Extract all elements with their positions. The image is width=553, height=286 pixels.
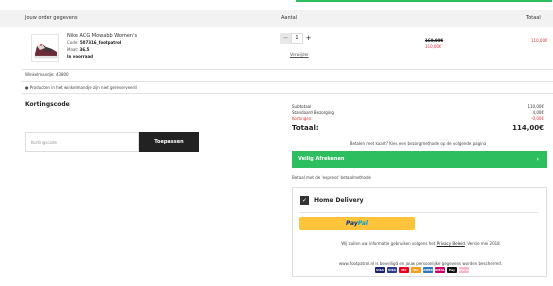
payment-card-icon: MC — [399, 267, 409, 273]
checkbox-checked-icon[interactable]: ✓ — [300, 196, 309, 205]
payment-card-icon: iDEAL — [435, 267, 445, 273]
product-name[interactable]: Nike ACG Mowabb Women's — [67, 33, 137, 39]
total-column-header: Totaal — [526, 15, 541, 21]
payment-card-icon: VISA — [387, 267, 397, 273]
privacy-policy-link[interactable]: Privacy Beleid — [437, 241, 465, 246]
paypal-logo-part2: Pal — [357, 220, 368, 227]
decrease-quantity-button[interactable]: − — [280, 33, 291, 44]
privacy-notice: Wij zullen uw informatie gebruiken volge… — [341, 241, 500, 246]
privacy-text: Wij zullen uw informatie gebruiken volge… — [341, 241, 436, 246]
total-label: Totaal: — [292, 124, 319, 132]
quantity-stepper: − 1 + — [280, 33, 314, 44]
card-payment-hint: Betalen met kaart? Kies een bezorgmethod… — [349, 141, 487, 146]
express-payment-text: Betaal met de 'express' betaalmethode — [292, 175, 371, 180]
remove-item-link[interactable]: Verwijder — [290, 52, 309, 57]
coupon-title: Kortingscode — [25, 101, 70, 108]
payment-card-icon: Pay — [447, 267, 457, 273]
product-code-label: Code: — [67, 40, 79, 45]
cart-product-row: Nike ACG Mowabb Women's Code: 507316_foo… — [22, 30, 553, 70]
product-image[interactable] — [31, 34, 59, 62]
stock-status: In voorraad — [67, 54, 94, 59]
product-size: Maat: 36.5 — [67, 47, 89, 52]
reservation-notice-text: Producten in het winkelmandje zijn niet … — [29, 85, 137, 90]
payment-card-icons: VISA VISA MC MC AMEX iDEAL Pay Klarna — [375, 267, 471, 273]
coupon-input[interactable] — [25, 132, 139, 152]
discount-value: -0,00€ — [531, 116, 544, 121]
divider — [300, 212, 538, 213]
top-accent-bar — [296, 0, 552, 2]
product-code-value: 507316_footpatrol — [79, 40, 122, 45]
info-icon: ● — [25, 85, 29, 90]
shipping-label: Standaard Bezorging — [292, 110, 334, 115]
product-size-value: 36.5 — [79, 47, 90, 52]
divider — [22, 81, 553, 82]
order-column-header: Jouw order gegevens — [25, 15, 78, 21]
divider — [22, 93, 553, 94]
sneaker-image — [34, 44, 58, 59]
payment-card-icon: Klarna — [459, 267, 471, 273]
security-notice: www.footpatrol.nl is beveiligd en jouw p… — [338, 261, 503, 266]
privacy-version: Versie mei 2018 — [467, 241, 500, 246]
home-delivery-label[interactable]: Home Delivery — [314, 196, 364, 205]
quantity-value[interactable]: 1 — [291, 33, 303, 44]
divider — [22, 69, 553, 70]
checkout-button-label: Veilig Afrekenen — [298, 156, 345, 162]
quantity-column-header: Aantal — [281, 15, 298, 21]
payment-card-icon: AMEX — [423, 267, 433, 273]
product-size-label: Maat: — [67, 47, 79, 52]
product-code: Code: 507316_footpatrol — [67, 40, 121, 45]
subtotal-value: 110,00€ — [527, 104, 544, 109]
order-table-header: Jouw order gegevens Aantal Totaal — [0, 10, 553, 27]
delivery-method-box: ✓ Home Delivery PayPal Wij zullen uw inf… — [292, 187, 547, 277]
secure-checkout-button[interactable]: Veilig Afrekenen › — [292, 151, 547, 168]
line-total: 110,00€ — [531, 38, 548, 43]
subtotal-label: Subtotaal — [292, 104, 312, 109]
paypal-logo-icon: PayPal — [346, 220, 368, 227]
increase-quantity-button[interactable]: + — [303, 33, 314, 44]
shipping-value: 4,00€ — [532, 110, 544, 115]
cart-id-text: Winkelmandje: 43800 — [25, 72, 69, 77]
paypal-logo-part1: Pay — [346, 220, 358, 227]
reservation-notice: ● Producten in het winkelmandje zijn nie… — [25, 85, 137, 90]
discount-label: Kortingen: — [292, 116, 313, 121]
sale-price: 110,00€ — [425, 44, 442, 49]
apply-coupon-button[interactable]: Toepassen — [139, 132, 199, 152]
original-price: 160,00€ — [425, 38, 444, 43]
payment-card-icon: MC — [411, 267, 421, 273]
payment-card-icon: VISA — [375, 267, 385, 273]
total-value: 114,00€ — [512, 124, 544, 132]
paypal-button[interactable]: PayPal — [299, 217, 415, 230]
chevron-right-icon: › — [536, 156, 539, 163]
